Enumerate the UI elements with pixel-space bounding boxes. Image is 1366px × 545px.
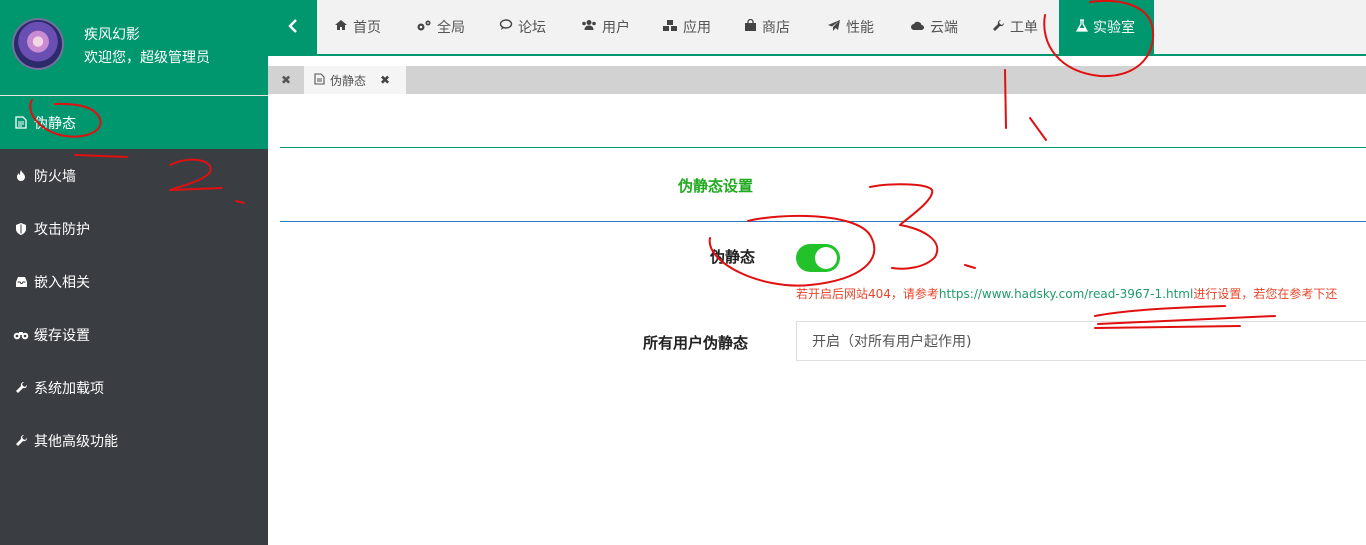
divider xyxy=(280,147,1366,148)
nav-item-global[interactable]: 全局 xyxy=(406,0,475,54)
nav-item-label: 工单 xyxy=(1010,20,1038,36)
nav-item-label: 首页 xyxy=(353,20,381,36)
sidebar-item-label: 攻击防护 xyxy=(34,221,90,238)
nav-item-label: 全局 xyxy=(437,20,465,36)
help-note: 若开启后网站404，请参考https://www.hadsky.com/read… xyxy=(796,285,1366,302)
document-icon xyxy=(12,116,30,129)
nav-item-label: 性能 xyxy=(846,20,874,36)
toggle-knob xyxy=(815,247,837,269)
pseudo-static-label: 伪静态 xyxy=(710,248,756,266)
document-icon xyxy=(314,72,325,88)
reference-link[interactable]: https://www.hadsky.com/read-3967-1.html xyxy=(939,287,1193,301)
nav-item-performance[interactable]: 性能 xyxy=(817,0,884,54)
sidebar-item-firewall[interactable]: 防火墙 xyxy=(0,149,268,202)
tab-pseudo-static[interactable]: 伪静态 ✖ xyxy=(304,66,406,94)
binoculars-icon xyxy=(12,329,30,340)
inbox-icon xyxy=(12,276,30,288)
nav-item-users[interactable]: 用户 xyxy=(571,0,640,54)
user-panel: 疾风幻影 欢迎您，超级管理员 xyxy=(0,0,268,96)
select-value: 开启（对所有用户起作用) xyxy=(812,334,972,350)
nav-item-cloud[interactable]: 云端 xyxy=(900,0,968,54)
nav-item-store[interactable]: 商店 xyxy=(734,0,800,54)
paper-plane-icon xyxy=(827,19,841,36)
close-all-tabs-button[interactable]: ✖ xyxy=(268,66,304,94)
pseudo-static-toggle[interactable] xyxy=(796,244,840,272)
nav-item-label: 应用 xyxy=(683,20,711,36)
all-users-pseudo-static-label: 所有用户伪静态 xyxy=(643,334,749,352)
flask-icon xyxy=(1075,18,1089,36)
note-prefix: 若开启后网站404，请参考 xyxy=(796,287,939,301)
avatar[interactable] xyxy=(12,18,64,70)
divider xyxy=(280,221,1366,222)
close-icon[interactable]: ✖ xyxy=(380,73,390,87)
section-title: 伪静态设置 xyxy=(678,177,754,195)
sidebar-item-label: 嵌入相关 xyxy=(34,274,90,291)
welcome-text: 欢迎您，超级管理员 xyxy=(84,50,210,66)
sidebar-item-label: 缓存设置 xyxy=(34,327,90,344)
sidebar-item-label: 防火墙 xyxy=(34,168,76,185)
cloud-icon xyxy=(910,20,925,35)
nav-item-apps[interactable]: 应用 xyxy=(652,0,721,54)
shopping-bag-icon xyxy=(744,18,757,36)
nav-item-workorder[interactable]: 工单 xyxy=(982,0,1048,54)
nav-item-lab[interactable]: 实验室 xyxy=(1059,0,1154,54)
sidebar-item-label: 其他高级功能 xyxy=(34,433,118,450)
top-nav: 首页 全局 论坛 用户 应用 商店 性能 云端 工单 实验室 xyxy=(268,0,1366,56)
tab-label: 伪静态 xyxy=(330,73,367,88)
sidebar-item-addons[interactable]: 系统加载项 xyxy=(0,361,268,414)
sidebar-item-embed[interactable]: 嵌入相关 xyxy=(0,255,268,308)
nav-item-home[interactable]: 首页 xyxy=(324,0,391,54)
sidebar-item-label: 系统加载项 xyxy=(34,380,104,397)
comment-icon xyxy=(499,19,513,35)
annotation-number-3 xyxy=(869,183,976,270)
chevron-left-icon xyxy=(287,17,298,38)
sidebar-menu: 伪静态 防火墙 攻击防护 嵌入相关 缓存设置 系统加载项 其他高级功能 xyxy=(0,96,268,467)
sidebar-item-attack-protection[interactable]: 攻击防护 xyxy=(0,202,268,255)
all-users-pseudo-static-select[interactable]: 开启（对所有用户起作用) xyxy=(796,321,1366,361)
app: 疾风幻影 欢迎您，超级管理员 伪静态 防火墙 攻击防护 嵌入相关 缓存设置 系统… xyxy=(0,0,1366,545)
sidebar-item-label: 伪静态 xyxy=(34,115,76,132)
nav-item-label: 实验室 xyxy=(1093,20,1135,36)
users-icon xyxy=(581,19,597,35)
note-suffix: 进行设置，若您在参考下还 xyxy=(1193,287,1338,301)
sidebar-item-advanced[interactable]: 其他高级功能 xyxy=(0,414,268,467)
nav-item-label: 用户 xyxy=(602,20,630,36)
gears-icon xyxy=(416,19,432,36)
nav-item-label: 论坛 xyxy=(518,20,546,36)
user-name: 疾风幻影 xyxy=(84,27,140,43)
wrench-icon xyxy=(992,19,1005,36)
sidebar: 疾风幻影 欢迎您，超级管理员 伪静态 防火墙 攻击防护 嵌入相关 缓存设置 系统… xyxy=(0,0,268,545)
wrench-icon xyxy=(12,381,30,394)
cubes-icon xyxy=(662,19,678,36)
fire-icon xyxy=(12,169,30,182)
nav-item-forum[interactable]: 论坛 xyxy=(489,0,556,54)
sidebar-toggle-button[interactable] xyxy=(268,0,317,54)
close-icon: ✖ xyxy=(280,73,292,87)
wrench-icon xyxy=(12,434,30,447)
sidebar-item-pseudo-static[interactable]: 伪静态 xyxy=(0,96,268,149)
home-icon xyxy=(334,19,348,35)
tab-bar: ✖ 伪静态 ✖ xyxy=(268,66,1366,94)
nav-item-label: 云端 xyxy=(930,20,958,36)
shield-icon xyxy=(12,222,30,235)
sidebar-item-cache[interactable]: 缓存设置 xyxy=(0,308,268,361)
nav-item-label: 商店 xyxy=(762,20,790,36)
